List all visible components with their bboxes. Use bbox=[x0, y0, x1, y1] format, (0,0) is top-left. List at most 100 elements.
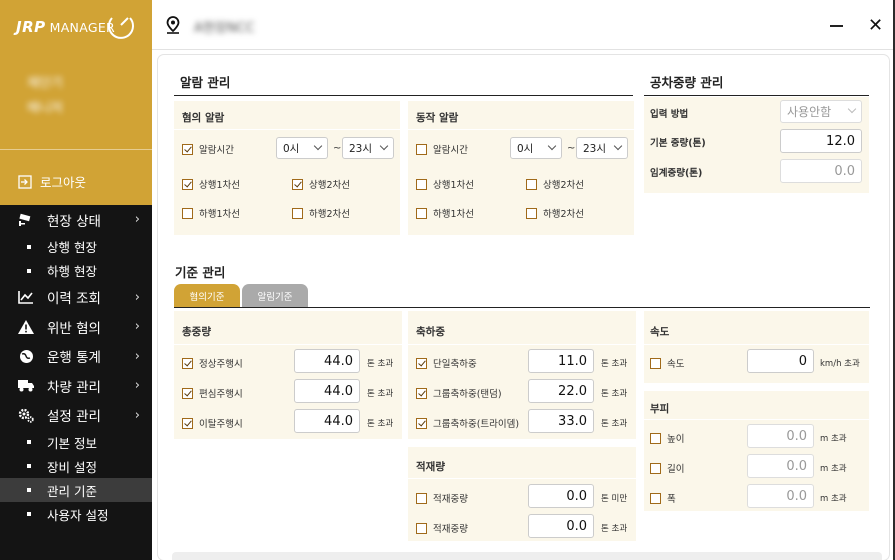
alarm-section-title: 알람 관리 bbox=[180, 75, 231, 90]
select-value: 0시 bbox=[283, 142, 300, 155]
menu-item-site-status[interactable]: 현장 상태 › bbox=[0, 205, 152, 235]
input-method-select[interactable]: 사용안함 bbox=[780, 100, 862, 123]
tab-suspect-criteria[interactable]: 혐의기준 bbox=[174, 284, 240, 307]
menu-label: 이력 조회 bbox=[47, 291, 101, 308]
deviation-driving-checkbox[interactable]: 이탈주행시 bbox=[182, 416, 243, 430]
menu-item-violation[interactable]: 위반 혐의 › bbox=[0, 312, 152, 342]
range-tilde: ~ bbox=[567, 143, 576, 154]
top-bar: A현장NCC ✕ bbox=[152, 0, 893, 50]
height-input[interactable]: 0.0 bbox=[747, 424, 814, 448]
operation-lane-up1-checkbox[interactable]: 상행1차선 bbox=[416, 177, 474, 191]
checkbox-label: 그룹축하중(탠덤) bbox=[433, 389, 502, 400]
checkbox-label: 상행1차선 bbox=[199, 180, 241, 191]
operation-lane-up2-checkbox[interactable]: 상행2차선 bbox=[526, 177, 584, 191]
minimize-button[interactable] bbox=[830, 25, 843, 27]
tridem-axle-checkbox[interactable]: 그룹축하중(트라이뎀) bbox=[416, 416, 519, 430]
sub-label: 하행 현장 bbox=[47, 264, 97, 279]
normal-driving-input[interactable]: 44.0 bbox=[294, 349, 360, 373]
chevron-down-icon bbox=[847, 104, 857, 114]
load-above-input[interactable]: 0.0 bbox=[528, 514, 594, 538]
checkbox-icon bbox=[182, 143, 193, 155]
suspect-alarm-time-checkbox[interactable]: 알람시간 bbox=[182, 142, 234, 156]
suspect-to-select[interactable]: 23시 bbox=[342, 137, 394, 159]
sub-item-device-settings[interactable]: 장비 설정 bbox=[0, 454, 152, 478]
chevron-right-icon: › bbox=[134, 407, 140, 423]
menu-label: 운행 통계 bbox=[47, 350, 101, 367]
sub-item-management-criteria[interactable]: 관리 기준 bbox=[0, 478, 152, 502]
chevron-right-icon: › bbox=[134, 348, 140, 364]
warning-icon bbox=[18, 319, 34, 335]
checkbox-label: 이탈주행시 bbox=[199, 419, 243, 430]
operation-lane-down2-checkbox[interactable]: 하행2차선 bbox=[526, 206, 584, 220]
width-checkbox[interactable]: 폭 bbox=[650, 491, 676, 505]
bullet-icon bbox=[27, 440, 31, 444]
operation-to-select[interactable]: 23시 bbox=[576, 137, 628, 159]
checkbox-label: 단일축하중 bbox=[433, 359, 477, 370]
height-checkbox[interactable]: 높이 bbox=[650, 431, 684, 445]
suspect-lane-down1-checkbox[interactable]: 하행1차선 bbox=[182, 206, 240, 220]
axle-weight-box: 축하중 단일축하중 11.0 톤 초과 그룹축하중(탠덤) 22.0 톤 초과 … bbox=[408, 311, 636, 439]
bullet-icon bbox=[27, 268, 31, 273]
deviation-driving-input[interactable]: 44.0 bbox=[294, 409, 360, 433]
cctv-icon bbox=[18, 212, 34, 228]
menu-item-settings[interactable]: 설정 관리 › bbox=[0, 401, 152, 431]
tab-alert-criteria[interactable]: 알림기준 bbox=[242, 284, 308, 307]
close-button[interactable]: ✕ bbox=[868, 17, 883, 35]
sidebar: JRP MANAGER 재단기 매니저 로그아웃 현장 상태 › 상행 현장 하… bbox=[0, 0, 152, 560]
sub-item-user-settings[interactable]: 사용자 설정 bbox=[0, 502, 152, 526]
operation-alarm-time-checkbox[interactable]: 알람시간 bbox=[416, 142, 468, 156]
length-checkbox[interactable]: 길이 bbox=[650, 461, 684, 475]
speed-input[interactable]: 0 bbox=[747, 349, 814, 373]
unit-label: 톤 초과 bbox=[601, 359, 628, 369]
logout-icon bbox=[18, 174, 32, 189]
speed-checkbox[interactable]: 속도 bbox=[650, 356, 684, 370]
threshold-weight-input[interactable]: 0.0 bbox=[780, 159, 862, 183]
empty-weight-box: 입력 방법 사용안함 기본 중량(톤) 12.0 임계중량(톤) 0.0 bbox=[644, 97, 869, 193]
empty-weight-section-title: 공차중량 관리 bbox=[650, 75, 724, 90]
sub-item-down-site[interactable]: 하행 현장 bbox=[0, 259, 152, 283]
load-below-input[interactable]: 0.0 bbox=[528, 484, 594, 508]
checkbox-label: 정상주행시 bbox=[199, 359, 243, 370]
suspect-lane-up2-checkbox[interactable]: 상행2차선 bbox=[292, 177, 350, 191]
eccentric-driving-input[interactable]: 44.0 bbox=[294, 379, 360, 403]
tridem-axle-input[interactable]: 33.0 bbox=[528, 409, 594, 433]
checkbox-label: 알람시간 bbox=[433, 145, 468, 156]
tandem-axle-input[interactable]: 22.0 bbox=[528, 379, 594, 403]
volume-box: 부피 높이 0.0 m 초과 길이 0.0 m 초과 폭 0.0 m 초과 bbox=[644, 391, 869, 511]
menu-item-history[interactable]: 이력 조회 › bbox=[0, 283, 152, 313]
chevron-down-icon bbox=[613, 141, 623, 151]
single-axle-input[interactable]: 11.0 bbox=[528, 349, 594, 373]
logout-button[interactable]: 로그아웃 bbox=[18, 172, 86, 191]
unit-label: 톤 초과 bbox=[601, 389, 628, 399]
checkbox-label: 높이 bbox=[667, 434, 685, 445]
load-below-checkbox[interactable]: 적재중량 bbox=[416, 491, 468, 505]
suspect-lane-up1-checkbox[interactable]: 상행1차선 bbox=[182, 177, 240, 191]
single-axle-checkbox[interactable]: 단일축하중 bbox=[416, 356, 477, 370]
sub-label: 관리 기준 bbox=[47, 483, 97, 499]
suspect-from-select[interactable]: 0시 bbox=[276, 137, 328, 159]
load-title: 적재량 bbox=[416, 461, 445, 473]
menu-item-vehicle[interactable]: 차량 관리 › bbox=[0, 371, 152, 401]
load-above-checkbox[interactable]: 적재중량 bbox=[416, 521, 468, 535]
checkbox-icon bbox=[182, 417, 193, 429]
base-weight-input[interactable]: 12.0 bbox=[780, 129, 862, 153]
total-weight-title: 총중량 bbox=[182, 326, 211, 338]
sub-item-up-site[interactable]: 상행 현장 bbox=[0, 235, 152, 259]
chevron-right-icon: › bbox=[134, 319, 140, 334]
checkbox-icon bbox=[182, 178, 193, 190]
normal-driving-checkbox[interactable]: 정상주행시 bbox=[182, 356, 243, 370]
checkbox-label: 하행1차선 bbox=[433, 209, 475, 220]
suspect-lane-down2-checkbox[interactable]: 하행2차선 bbox=[292, 206, 350, 220]
operation-lane-down1-checkbox[interactable]: 하행1차선 bbox=[416, 206, 474, 220]
width-input[interactable]: 0.0 bbox=[747, 484, 814, 508]
checkbox-label: 상행1차선 bbox=[433, 180, 475, 191]
sub-item-basic-info[interactable]: 기본 정보 bbox=[0, 430, 152, 454]
tandem-axle-checkbox[interactable]: 그룹축하중(탠덤) bbox=[416, 386, 502, 400]
menu-item-statistics[interactable]: 운행 통계 › bbox=[0, 342, 152, 372]
checkbox-label: 적재중량 bbox=[433, 494, 468, 505]
length-input[interactable]: 0.0 bbox=[747, 454, 814, 478]
eccentric-driving-checkbox[interactable]: 편심주행시 bbox=[182, 386, 243, 400]
operation-from-select[interactable]: 0시 bbox=[510, 137, 562, 159]
select-value: 23시 bbox=[349, 142, 373, 155]
checkbox-icon bbox=[182, 387, 193, 399]
